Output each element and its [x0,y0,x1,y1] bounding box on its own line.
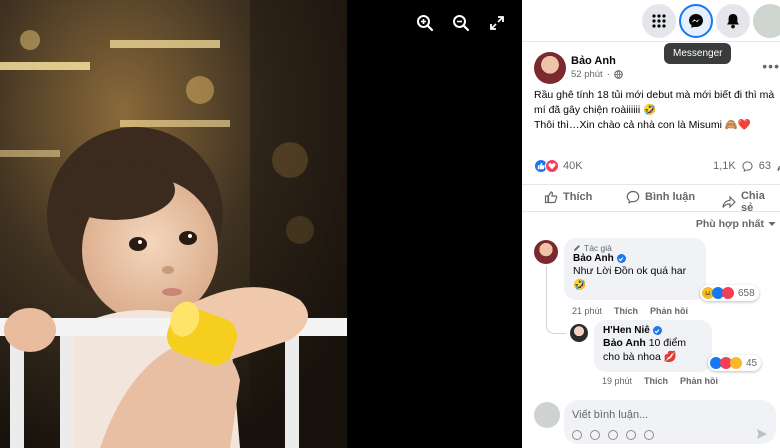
zoom-out-icon[interactable] [450,12,472,34]
sort-label: Phù hợp nhất [695,218,764,230]
comment-text: Như Lời Đồn ok quá har 🤣 [573,265,687,291]
comment-input[interactable]: Viết bình luận... [572,409,648,421]
comment-like-button[interactable]: Thích [614,306,638,316]
verified-badge-icon [616,254,626,263]
grid-menu-icon[interactable] [642,4,676,38]
post-panel: Messenger Bảo Anh 52 phút · ••• Rầu ghê … [522,0,780,448]
care-reaction-icon [730,357,742,369]
zoom-in-icon[interactable] [414,12,436,34]
send-icon[interactable] [756,428,768,440]
post-time[interactable]: 52 phút [571,69,603,80]
reply-time[interactable]: 19 phút [602,376,632,386]
reply-mention[interactable]: Bảo Anh [603,337,646,349]
messenger-icon[interactable] [679,4,713,38]
composer-avatar [534,402,560,428]
reply-author[interactable]: H'Hen Niê [603,325,703,336]
facebook-photo-viewer: Messenger Bảo Anh 52 phút · ••• Rầu ghê … [0,0,780,448]
comment-composer: Viết bình luận... [522,392,780,448]
post-photo[interactable] [0,0,347,448]
author-badge: Tác giả [573,243,697,253]
share-count[interactable]: 63 [759,160,771,172]
reply-meta: 19 phút Thích Phản hồi [602,376,718,386]
post-header: Bảo Anh 52 phút · ••• [534,52,780,86]
post-text-line1: Rầu ghê tính 18 tủi mới debut mà mới biế… [534,89,775,116]
reply-avatar[interactable] [570,324,588,342]
emoji-icon[interactable] [590,430,600,440]
comment-count[interactable]: 1,1K [713,160,736,172]
comment-time[interactable]: 21 phút [572,306,602,316]
love-reaction-icon [545,159,559,173]
comment-avatar[interactable] [534,240,558,264]
comment-sort-dropdown[interactable]: Phù hợp nhất [696,218,776,230]
post-meta: 52 phút · [571,69,623,80]
composer-tools [572,430,654,440]
pencil-icon [574,245,580,251]
comment-count-icon [742,160,753,172]
comment-author[interactable]: Bảo Anh [573,253,697,264]
comment-meta: 21 phút Thích Phản hồi [572,306,688,316]
comment-icon [626,190,640,204]
comment-reply-button[interactable]: Phản hồi [650,306,688,316]
reply-bubble: H'Hen Niê Bảo Anh 10 điểm cho bà nhoa 💋 [594,320,712,372]
comment-label: Bình luận [645,191,696,203]
reply-thread-line [546,266,566,334]
verified-badge-icon [652,326,662,335]
reply-reply-button[interactable]: Phản hồi [680,376,718,386]
post-text-line2: Thôi thì…Xin chào cả nhà con là Misumi 🙈… [534,119,751,131]
bell-icon[interactable] [716,4,750,38]
sticker-icon[interactable] [644,430,654,440]
thumbs-up-icon [544,191,558,204]
reaction-count: 40K [563,160,583,172]
gif-icon[interactable] [626,430,636,440]
comment-button[interactable]: Bình luận [626,190,695,204]
post-text: Rầu ghê tính 18 tủi mới debut mà mới biế… [534,88,778,133]
reply-text: Bảo Anh 10 điểm cho bà nhoa 💋 [603,337,687,363]
reply-like-button[interactable]: Thích [644,376,668,386]
comment-input-box[interactable]: Viết bình luận... [564,400,776,444]
reaction-summary[interactable]: 40K 1,1K 63 [534,156,780,176]
love-reaction-icon [722,287,734,299]
avatar-sticker-icon[interactable] [572,430,582,440]
engagement-counts: 1,1K 63 [713,160,780,172]
like-button[interactable]: Thích [544,190,592,204]
photo-viewer [0,0,522,448]
account-avatar[interactable] [753,4,780,38]
author-avatar[interactable] [534,52,566,84]
author-name[interactable]: Bảo Anh [571,55,616,67]
share-button[interactable]: Chia sẻ [722,190,780,214]
reply-reaction-count: 45 [746,357,758,369]
top-bar: Messenger [522,0,780,64]
chevron-down-icon [768,222,776,226]
comment-reaction-count: 658 [738,287,755,299]
fullscreen-icon[interactable] [486,12,508,34]
share-label: Chia sẻ [740,190,765,214]
share-icon [722,195,736,209]
camera-icon[interactable] [608,430,618,440]
reply-reactions[interactable]: 45 [708,355,762,371]
post-actions: Thích Bình luận Chia sẻ [522,184,780,214]
more-options-icon[interactable]: ••• [762,58,780,74]
viewer-toolbar [414,12,508,34]
comment-reactions[interactable]: 😆 658 [700,285,759,301]
globe-icon [614,70,623,79]
like-label: Thích [563,191,593,203]
comment-bubble: Tác giả Bảo Anh Như Lời Đồn ok quá har 🤣 [564,238,706,300]
